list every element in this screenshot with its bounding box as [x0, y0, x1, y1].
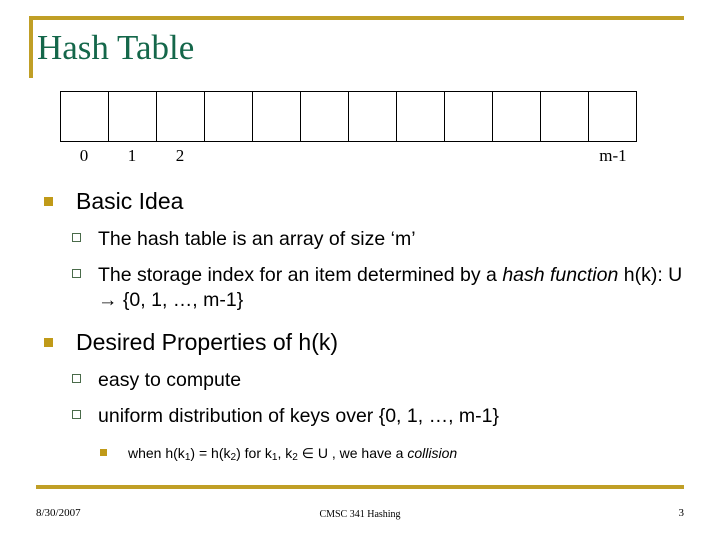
array-index-1: 1 [127, 146, 137, 165]
array-cell [445, 92, 493, 141]
square-bullet-icon [44, 338, 53, 347]
hash-table-array [60, 91, 637, 142]
array-cell [205, 92, 253, 141]
bullet-level2-storage-index: The storage index for an item determined… [0, 263, 720, 313]
array-cell [109, 92, 157, 141]
array-index-labels: 0 1 2 m-1 [60, 146, 637, 168]
square-bullet-icon [44, 197, 53, 206]
array-cell [253, 92, 301, 141]
array-cell [493, 92, 541, 141]
small-square-bullet-icon [100, 449, 107, 456]
array-cell [157, 92, 205, 141]
array-cell [301, 92, 349, 141]
array-cell [589, 92, 636, 141]
footer-course: CMSC 341 Hashing [319, 509, 401, 520]
bullet-level2-easy-to-compute: easy to compute [0, 368, 720, 393]
array-cell [541, 92, 589, 141]
title-left-accent [29, 16, 33, 78]
array-index-2: 2 [175, 146, 185, 165]
bullet-level2-label: easy to compute [98, 369, 242, 391]
array-cell [61, 92, 109, 141]
array-cell [349, 92, 397, 141]
collision-prefix: when h(k [128, 445, 185, 461]
bullet-level3-collision: when h(k1) = h(k2) for k1, k2 ∈ U , we h… [0, 443, 720, 468]
collision-mid-4: ∈ U , we have a [297, 445, 408, 461]
title-top-rule [29, 16, 684, 20]
bullet-level1-desired-properties: Desired Properties of h(k) [0, 327, 720, 357]
hollow-square-bullet-icon [72, 410, 81, 419]
collision-mid-1: ) = h(k [190, 445, 231, 461]
hollow-square-bullet-icon [72, 374, 81, 383]
footer-rule [36, 485, 684, 489]
bullet-level2-uniform-distribution: uniform distribution of keys over {0, 1,… [0, 404, 720, 429]
footer-page-number: 3 [678, 507, 685, 519]
bullet-level2-hash-table-array: The hash table is an array of size ‘m’ [0, 227, 720, 252]
slide-body: Basic Idea The hash table is an array of… [0, 186, 720, 468]
bullet-level1-basic-idea: Basic Idea [0, 186, 720, 216]
page-title: Hash Table [37, 28, 195, 67]
bullet-level2-italic-hash-function: hash function [502, 264, 619, 286]
collision-mid-2: ) for k [236, 445, 272, 461]
slide-canvas: Hash Table 0 1 2 m-1 Basic Idea The hash… [0, 0, 720, 540]
collision-italic: collision [407, 445, 458, 461]
bullet-level2-label: uniform distribution of keys over {0, 1,… [98, 405, 500, 427]
hollow-square-bullet-icon [72, 269, 81, 278]
bullet-level2-label: The hash table is an array of size ‘m’ [98, 228, 416, 250]
array-cell [397, 92, 445, 141]
array-index-last: m-1 [599, 146, 627, 165]
bullet-level1-label: Desired Properties of h(k) [76, 329, 339, 355]
slide-footer: 8/30/2007 CMSC 341 Hashing 3 [36, 507, 684, 525]
bullet-level1-label: Basic Idea [76, 188, 184, 214]
bullet-level2-text-part1: The storage index for an item determined… [98, 264, 503, 286]
collision-mid-3: , k [277, 445, 293, 461]
hollow-square-bullet-icon [72, 233, 81, 242]
array-index-0: 0 [79, 146, 89, 165]
